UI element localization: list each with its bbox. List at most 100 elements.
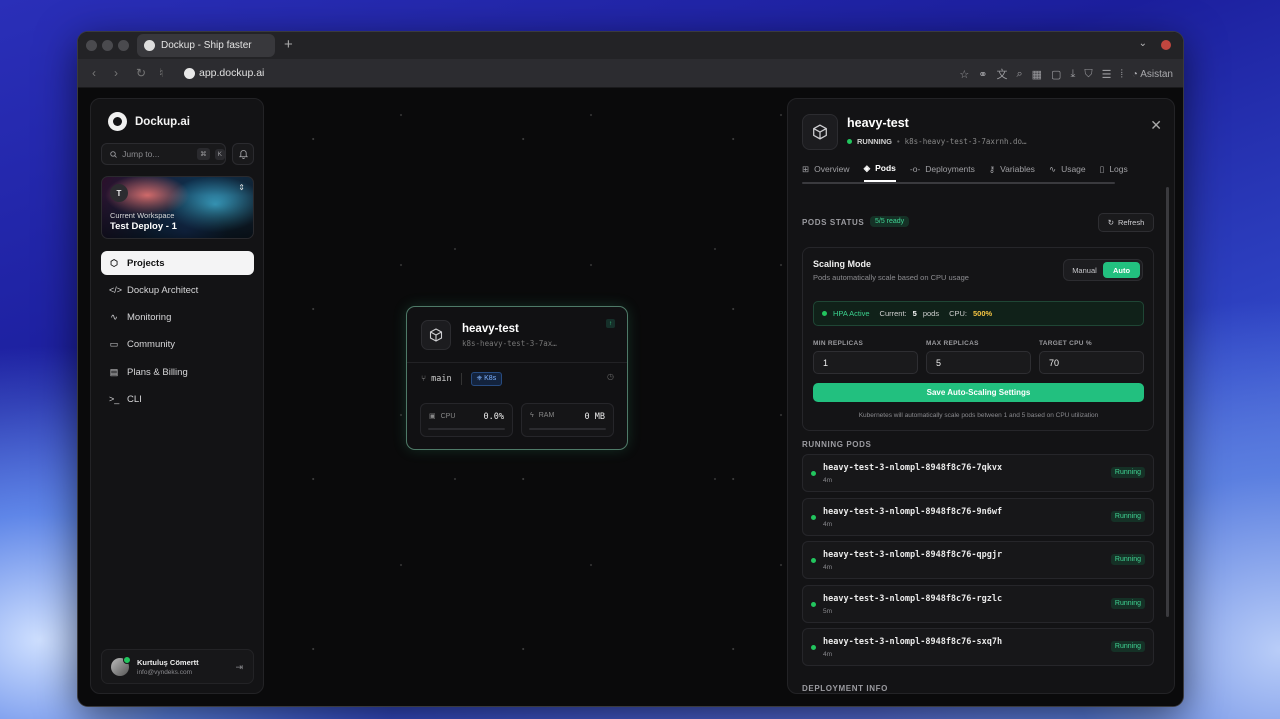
current-value: 5 — [912, 309, 917, 318]
lens-icon[interactable]: ⌕ — [1016, 68, 1022, 81]
commit-icon: -o- — [909, 164, 921, 174]
extension-icon[interactable]: ▢ — [1051, 68, 1061, 81]
browser-tab[interactable]: Dockup - Ship faster — [137, 34, 275, 57]
tab-label: Deployments — [925, 164, 975, 174]
shield-icon[interactable]: ⛉ — [1084, 68, 1092, 81]
status-badge: Running — [1110, 597, 1145, 609]
sidebar-item-label: CLI — [127, 393, 142, 405]
sidebar-item-monitoring[interactable]: ∿ Monitoring — [101, 306, 254, 330]
divider — [460, 373, 462, 385]
node-divider — [407, 362, 627, 363]
scaling-mode-toggle: Manual Auto — [1063, 259, 1143, 281]
url-text[interactable]: app.dockup.ai — [199, 67, 264, 79]
reload-icon[interactable]: ↻ — [136, 66, 146, 80]
assistant-icon: ◔ — [1131, 68, 1141, 80]
new-tab-icon[interactable]: + — [284, 36, 293, 53]
panel-tabs: ⊞ Overview ◈ Pods -o- Deployments ⚷ Variable… — [802, 162, 1128, 182]
hpa-status: HPA Active Current: 5 pods CPU: 500% — [813, 301, 1144, 326]
activity-icon: ∿ — [1048, 163, 1057, 174]
notifications-button[interactable] — [232, 143, 254, 165]
qr-icon[interactable]: ▦ — [1032, 68, 1042, 81]
auto-mode-button[interactable]: Auto — [1103, 262, 1140, 278]
translate-icon[interactable]: 文 — [996, 66, 1007, 82]
back-icon[interactable]: ‹ — [92, 66, 96, 80]
download-icon[interactable]: ⤓ — [1070, 68, 1075, 81]
list-item[interactable]: heavy-test-3-nlompl-8948f8c76-sxq7h 4m Run… — [802, 628, 1154, 667]
microphone-icon[interactable]: ♮ — [159, 66, 163, 80]
pod-age: 4m — [823, 520, 833, 528]
sidebar-item-cli[interactable]: >_ CLI — [101, 387, 254, 411]
brand[interactable]: Dockup.ai — [108, 112, 190, 131]
cpu-progress-track — [428, 428, 505, 430]
sidebar: Dockup.ai ⌘ K T ⇕ Current Workspace Test… — [90, 98, 264, 694]
list-item[interactable]: heavy-test-3-nlompl-8948f8c76-rgzlc 5m Run… — [802, 584, 1154, 623]
target-cpu-input[interactable] — [1039, 351, 1144, 374]
sidebar-item-community[interactable]: ▭ Community — [101, 333, 254, 357]
ram-progress-track — [529, 428, 606, 430]
user-card[interactable]: Kurtuluş Cömertt info@vyndeks.com ⇥ — [101, 649, 254, 684]
sidebar-item-plans-billing[interactable]: ▤ Plans & Billing — [101, 360, 254, 384]
menu-icon[interactable]: ☰ — [1102, 68, 1112, 81]
sidebar-item-dockup-architect[interactable]: </> Dockup Architect — [101, 278, 254, 302]
tab-label: Overview — [814, 164, 850, 174]
sidebar-nav: ⬡ Projects </> Dockup Architect ∿ Monitorin… — [101, 251, 254, 415]
panel-scrollbar[interactable] — [1166, 187, 1169, 617]
chip-icon: ▣ — [429, 413, 436, 420]
tab-label: Logs — [1109, 164, 1128, 174]
chevron-down-icon[interactable]: ⌄ — [1139, 38, 1147, 49]
ready-badge: 5/5 ready — [870, 216, 910, 227]
sidebar-item-label: Dockup Architect — [127, 284, 199, 296]
search-icon — [110, 150, 117, 158]
browser-tabbar: Dockup - Ship faster + ⌄ — [78, 32, 1183, 59]
ram-metric: ϟ RAM 0 MB — [521, 403, 614, 437]
save-autoscaling-button[interactable]: Save Auto-Scaling Settings — [813, 383, 1144, 402]
running-pods-heading: RUNNING PODS — [802, 440, 872, 449]
pod-status-dot-icon — [811, 645, 816, 651]
forward-icon[interactable]: › — [114, 66, 118, 80]
pod-name: heavy-test-3-nlompl-8948f8c76-7qkvx — [823, 463, 1003, 473]
link-icon[interactable]: ⚭ — [978, 68, 987, 81]
logout-icon[interactable]: ⇥ — [235, 662, 243, 673]
manual-mode-button[interactable]: Manual — [1066, 262, 1103, 278]
workspace-switcher[interactable]: T ⇕ Current Workspace Test Deploy - 1 — [101, 176, 254, 239]
current-label: Current: — [879, 309, 907, 318]
bookmark-star-icon[interactable]: ☆ — [959, 68, 969, 81]
minimize-window-button[interactable] — [102, 40, 113, 51]
close-window-button[interactable] — [86, 40, 97, 51]
pod-status-dot-icon — [811, 558, 816, 564]
tab-variables[interactable]: ⚷ Variables — [989, 162, 1035, 182]
hpa-dot-icon — [822, 311, 827, 316]
assistant-button[interactable]: ◔ Asistan — [1132, 69, 1173, 80]
search-input[interactable] — [122, 149, 193, 159]
jump-to-search[interactable]: ⌘ K — [101, 143, 226, 165]
site-favicon-icon — [184, 68, 195, 79]
audio-icon[interactable]: ⦙ — [1120, 68, 1122, 81]
list-item[interactable]: heavy-test-3-nlompl-8948f8c76-9n6wf 4m Run… — [802, 497, 1154, 536]
tab-usage[interactable]: ∿ Usage — [1049, 162, 1086, 182]
scaling-card: Scaling Mode Pods automatically scale ba… — [802, 247, 1154, 431]
list-item[interactable]: heavy-test-3-nlompl-8948f8c76-qpgjr 4m Run… — [802, 541, 1154, 580]
tab-deployments[interactable]: -o- Deployments — [910, 162, 975, 182]
refresh-button[interactable]: ↻ Refresh — [1098, 213, 1154, 232]
clock-icon: ◷ — [607, 372, 614, 381]
status-dot-icon — [847, 139, 852, 144]
zoom-window-button[interactable] — [118, 40, 129, 51]
workspace-avatar: T — [110, 184, 128, 202]
min-replicas-input[interactable] — [813, 351, 918, 374]
bell-icon — [238, 150, 248, 159]
tab-overview[interactable]: ⊞ Overview — [802, 162, 850, 182]
hpa-label: HPA Active — [833, 309, 870, 318]
close-icon[interactable]: ✕ — [1150, 117, 1162, 134]
service-node-card[interactable]: heavy-test k8s-heavy-test-3-7ax… ↑ ⑂ mai… — [406, 306, 628, 450]
scaling-title: Scaling Mode — [813, 259, 872, 269]
tab-logs[interactable]: ▯ Logs — [1100, 162, 1128, 182]
tab-pods[interactable]: ◈ Pods — [863, 162, 896, 182]
service-cube-icon — [421, 320, 451, 350]
list-item[interactable]: heavy-test-3-nlompl-8948f8c76-7qkvx 4m Run… — [802, 454, 1154, 492]
tabs-scrollbar[interactable] — [802, 182, 1115, 184]
ram-value: 0 MB — [584, 412, 605, 422]
max-replicas-input[interactable] — [926, 351, 1031, 374]
profile-avatar-icon[interactable] — [1161, 40, 1171, 50]
platform-badge: ⎈ K8s — [470, 372, 503, 386]
sidebar-item-projects[interactable]: ⬡ Projects — [101, 251, 254, 275]
